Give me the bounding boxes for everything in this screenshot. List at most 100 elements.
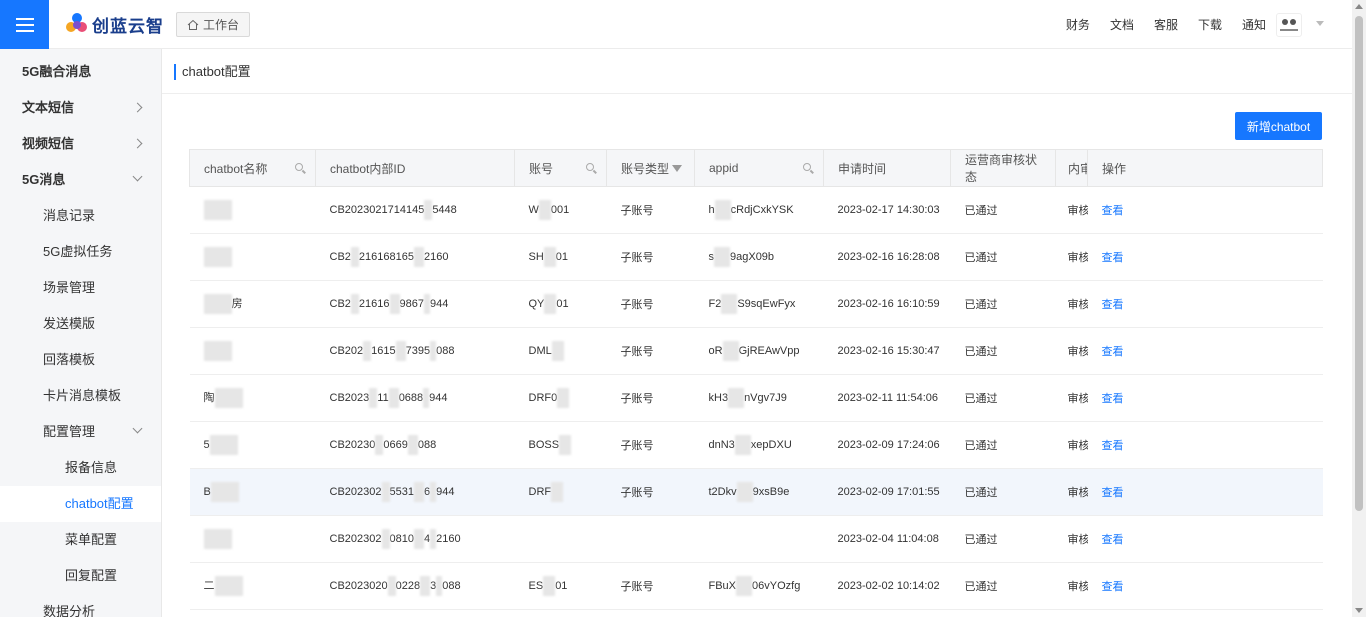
- account: DRF0: [528, 391, 558, 404]
- redacted-block: [714, 247, 730, 267]
- workbench-button[interactable]: 工作台: [176, 12, 251, 37]
- brand-logo[interactable]: 创蓝云智: [66, 12, 164, 36]
- table-row[interactable]: B CB202302 5531 6 944 DRF 子账号 t2Dkv 9xsB9e 2023-0…: [189, 468, 1323, 516]
- redacted-block: [210, 482, 239, 502]
- top-link-service[interactable]: 客服: [1154, 16, 1178, 33]
- top-link-download[interactable]: 下载: [1198, 16, 1222, 33]
- view-link[interactable]: 查看: [1102, 205, 1124, 217]
- sidebar-item[interactable]: 配置管理: [0, 414, 161, 450]
- view-link[interactable]: 查看: [1102, 487, 1124, 499]
- sidebar-item[interactable]: 发送模版: [0, 306, 161, 342]
- cell-status: 已通过: [950, 233, 1056, 281]
- top-link-docs[interactable]: 文档: [1110, 16, 1134, 33]
- brand-logo-icon: [66, 13, 88, 35]
- table-row[interactable]: CB202 1615 7395 088 DML 子账号 oR GjREAwVpp 2023-02…: [189, 327, 1323, 375]
- sidebar-item[interactable]: 文本短信: [0, 90, 161, 126]
- cell-appid: h cRdjCxkYSK: [694, 186, 824, 234]
- cell-time: 2023-02-02 10:14:02: [823, 562, 951, 610]
- sidebar-item[interactable]: 视频短信: [0, 126, 161, 162]
- redacted-block: [430, 529, 437, 549]
- redacted-block: [214, 576, 243, 596]
- hamburger-menu-icon[interactable]: [0, 0, 49, 49]
- table-row[interactable]: 二 CB2023020 0228 3 088 ES 01 子账号 FBuX 06vYOzfg 202…: [189, 562, 1323, 610]
- search-icon[interactable]: [586, 163, 594, 171]
- sidebar-item[interactable]: 场景管理: [0, 270, 161, 306]
- table-row[interactable]: CB2 216168165 2160 SH 01 子账号 s 9agX09b 2023-02-1…: [189, 233, 1323, 281]
- table-row[interactable]: CB202302 0810 4 2160 2023-02-04 11:04:08 已通过审…: [189, 515, 1323, 563]
- table-row[interactable]: 房 CB2 21616 9867 944 QY 01 子账号 F2 S9sqEwFyx 2023-0…: [189, 280, 1323, 328]
- sidebar: 5G融合消息 文本短信 视频短信 5G消息 消息记录 5G虚拟任务 场景管理 发送模版回落模板…: [0, 49, 162, 617]
- cell-account: DRF: [514, 468, 607, 516]
- view-link[interactable]: 查看: [1102, 440, 1124, 452]
- account-type: 子账号: [620, 252, 654, 264]
- chevron-down-icon[interactable]: [1316, 21, 1324, 26]
- column-header-name[interactable]: chatbot名称: [189, 149, 316, 187]
- chatbot-id-part: 216168165: [358, 250, 414, 263]
- chatbot-id-part: 944: [436, 485, 455, 498]
- scrollbar-thumb[interactable]: [1355, 16, 1363, 511]
- sidebar-item-label: 回落模板: [43, 352, 96, 367]
- cell-inner-review: 审核: [1055, 280, 1088, 328]
- chatbot-id-part: 7395: [405, 344, 431, 357]
- chatbot-id: CB202: [329, 344, 364, 357]
- sidebar-item[interactable]: chatbot配置: [0, 486, 161, 522]
- column-header-appid[interactable]: appid: [694, 149, 824, 187]
- view-link[interactable]: 查看: [1102, 346, 1124, 358]
- cell-status: 已通过: [950, 421, 1056, 469]
- sidebar-item[interactable]: 数据分析: [0, 594, 161, 617]
- cell-id: CB2023 11 0688 944: [315, 374, 515, 422]
- account: BOSS: [528, 438, 560, 451]
- sidebar-item[interactable]: 5G消息: [0, 162, 161, 198]
- appid: kH3: [708, 391, 729, 404]
- view-link[interactable]: 查看: [1102, 299, 1124, 311]
- redacted-block: [369, 388, 378, 408]
- appid: t2Dkv: [708, 485, 737, 498]
- table-row[interactable]: 陶 CB2023 11 0688 944 DRF0 子账号 kH3 nVgv7J9 2023-02…: [189, 374, 1323, 422]
- sidebar-item[interactable]: 回落模板: [0, 342, 161, 378]
- chatbot-id: CB2023: [329, 391, 370, 404]
- cell-inner-review: 审核: [1055, 233, 1088, 281]
- table-row[interactable]: CB2023021714145 5448 W 001 子账号 h cRdjCxkYSK 202…: [189, 186, 1323, 234]
- avatar[interactable]: [1276, 13, 1302, 37]
- table-row[interactable]: 5 CB20230 0669 088 BOSS 子账号 dnN3 xepDXU 2023-02-…: [189, 421, 1323, 469]
- sidebar-item[interactable]: 5G融合消息: [0, 54, 161, 90]
- sidebar-item[interactable]: 回复配置: [0, 558, 161, 594]
- page-scrollbar[interactable]: [1352, 0, 1366, 617]
- scroll-down-icon[interactable]: [1355, 608, 1363, 613]
- redacted-block: [381, 529, 390, 549]
- search-icon[interactable]: [295, 163, 303, 171]
- sidebar-item[interactable]: 5G虚拟任务: [0, 234, 161, 270]
- add-chatbot-button[interactable]: 新增chatbot: [1235, 112, 1322, 140]
- redacted-block: [736, 576, 753, 596]
- column-header-account-type[interactable]: 账号类型: [606, 149, 695, 187]
- review-status: 已通过: [964, 299, 998, 311]
- sidebar-item[interactable]: 报备信息: [0, 450, 161, 486]
- redacted-block: [728, 388, 745, 408]
- scroll-up-icon[interactable]: [1355, 4, 1363, 9]
- table-header-row: chatbot名称 chatbot内部ID 账号 账号类型 appid 申请时间…: [189, 149, 1323, 187]
- top-link-notice[interactable]: 通知: [1242, 16, 1266, 33]
- redacted-block: [420, 576, 431, 596]
- sidebar-item[interactable]: 消息记录: [0, 198, 161, 234]
- view-link[interactable]: 查看: [1102, 393, 1124, 405]
- cell-name: 陶: [189, 374, 316, 422]
- view-link[interactable]: 查看: [1102, 252, 1124, 264]
- redacted-block: [203, 529, 232, 549]
- sidebar-item-label: 卡片消息模板: [43, 388, 122, 403]
- search-icon[interactable]: [803, 163, 811, 171]
- sidebar-item[interactable]: 菜单配置: [0, 522, 161, 558]
- redacted-block: [388, 388, 399, 408]
- filter-icon[interactable]: [672, 165, 682, 172]
- redacted-block: [203, 200, 232, 220]
- chatbot-id: CB2023020: [329, 579, 388, 592]
- sidebar-item-label: 报备信息: [65, 460, 118, 475]
- view-link[interactable]: 查看: [1102, 534, 1124, 546]
- cell-operation: 查看: [1087, 562, 1323, 610]
- view-link[interactable]: 查看: [1102, 581, 1124, 593]
- cell-inner-review: 审核: [1055, 562, 1088, 610]
- sidebar-item[interactable]: 卡片消息模板: [0, 378, 161, 414]
- top-link-finance[interactable]: 财务: [1066, 16, 1090, 33]
- column-header-account[interactable]: 账号: [514, 149, 607, 187]
- cell-name: 二: [189, 562, 316, 610]
- redacted-block: [559, 435, 572, 455]
